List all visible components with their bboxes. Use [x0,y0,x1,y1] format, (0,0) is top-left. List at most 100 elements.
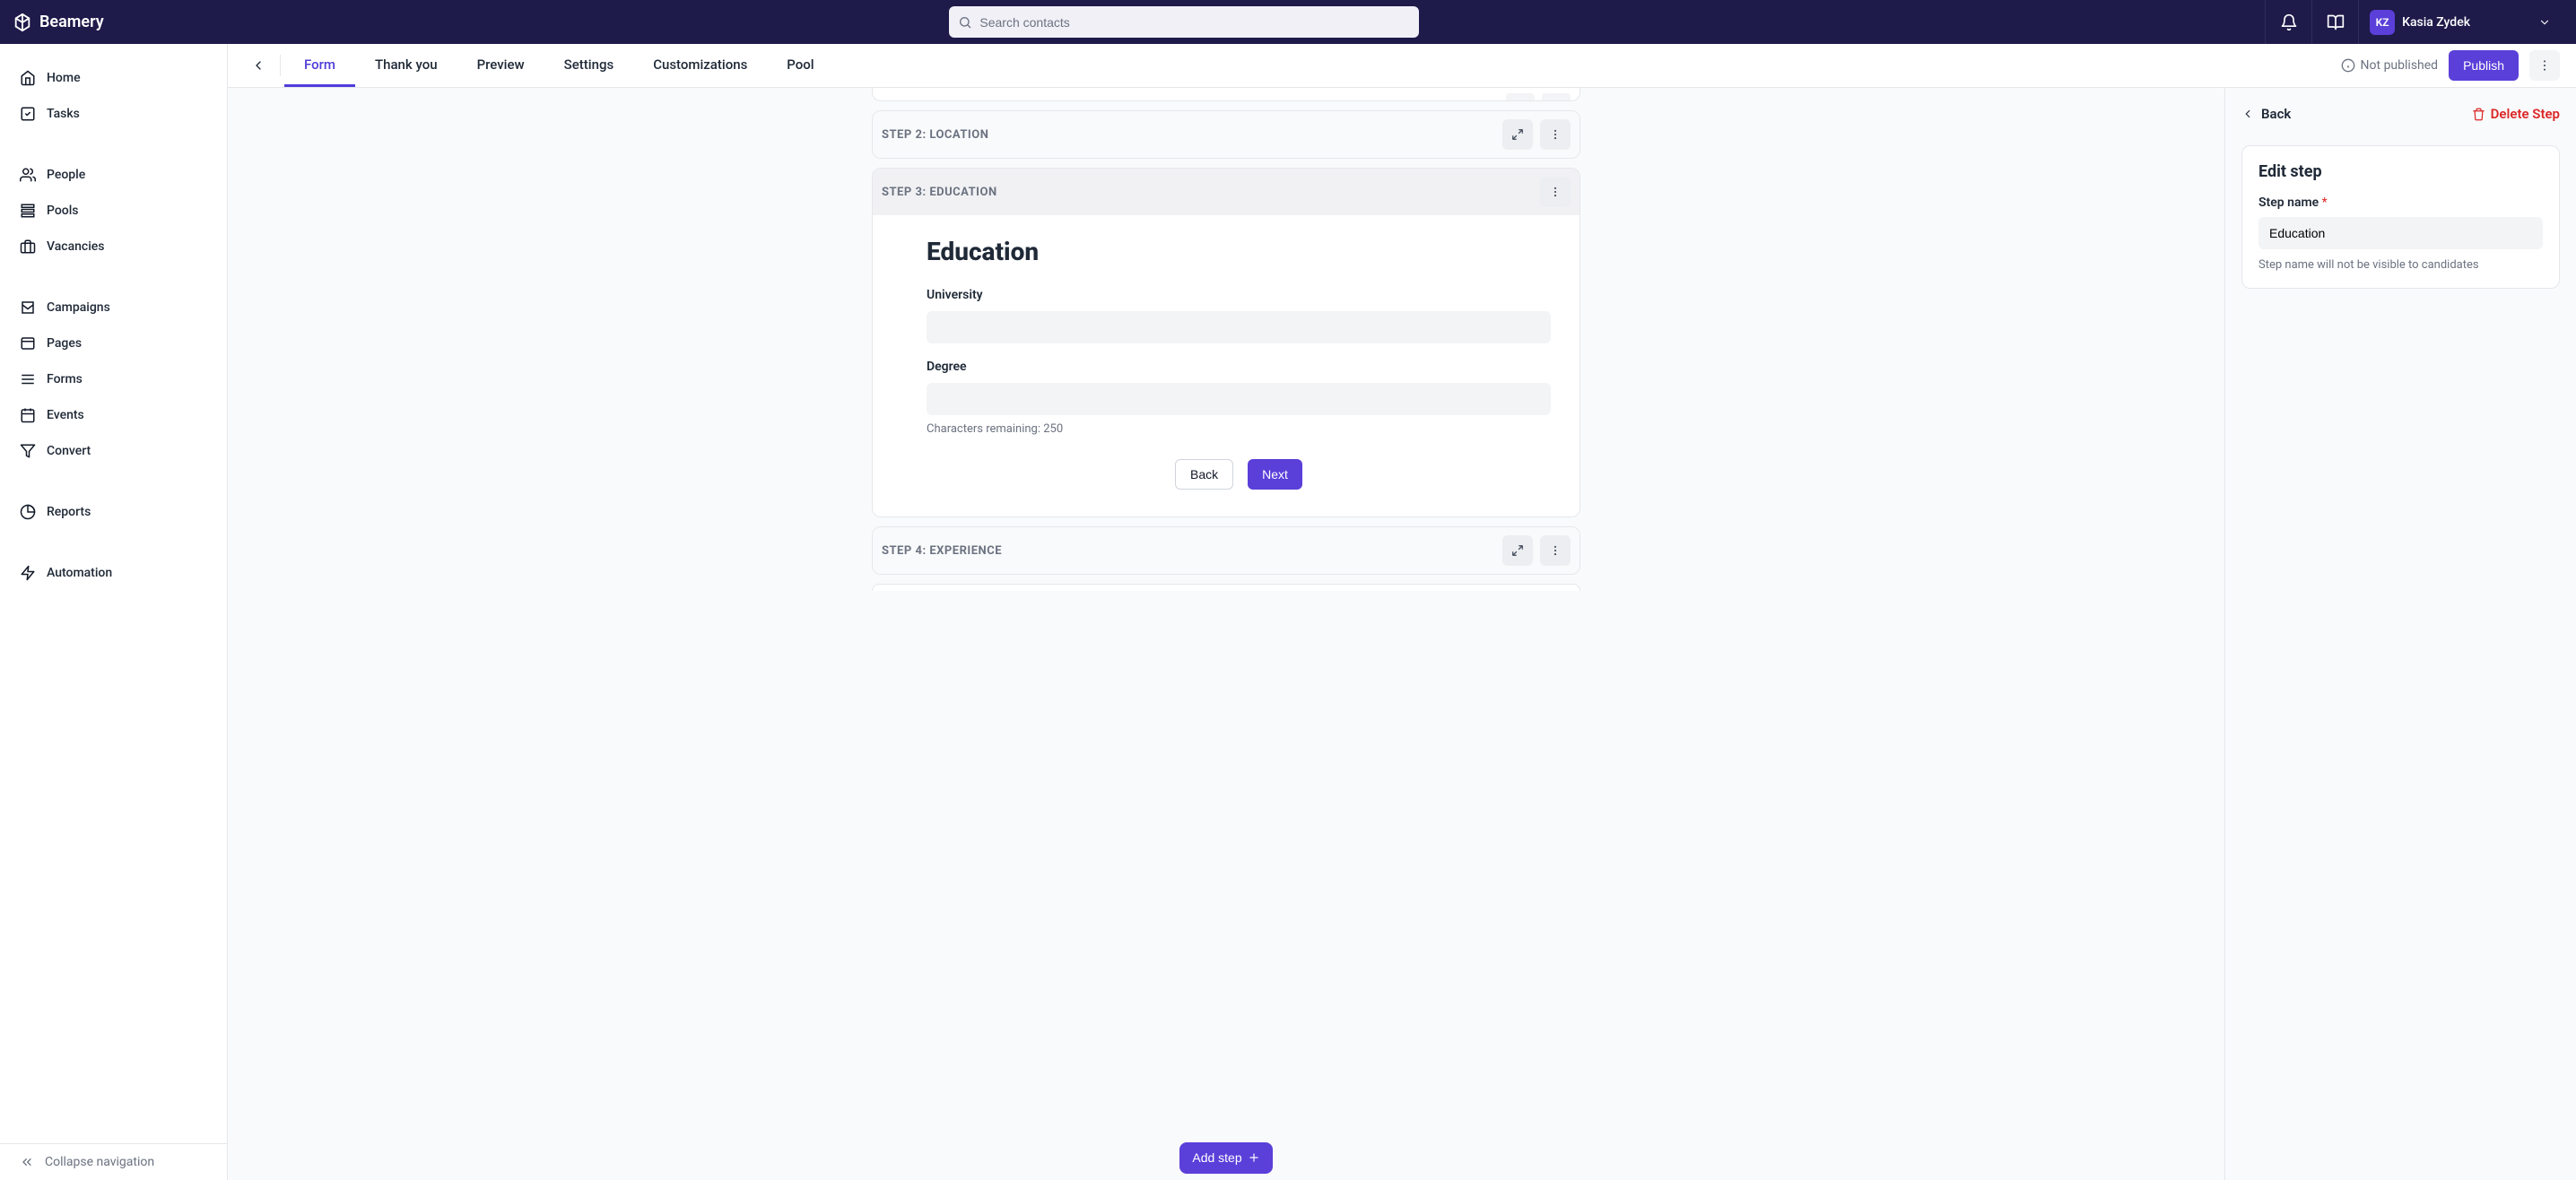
more-vertical-icon [2537,58,2552,73]
sidebar-item-label: Tasks [47,107,80,121]
tab-thank-you[interactable]: Thank you [355,44,457,87]
tab-settings[interactable]: Settings [544,44,634,87]
char-remaining: Characters remaining: 250 [927,422,1551,436]
help-button[interactable] [2311,0,2358,44]
expand-step-button[interactable] [1502,119,1533,150]
brand-mark-icon [13,13,32,32]
tab-label: Pool [787,56,814,73]
panel-back-button[interactable]: Back [2241,106,2291,122]
campaigns-icon [20,299,36,316]
reports-icon [20,504,36,520]
more-vertical-icon [1549,544,1562,557]
sidebar-item-label: Events [47,408,84,422]
expand-step-button[interactable] [1502,535,1533,566]
more-vertical-icon [1549,186,1562,198]
add-step-label: Add step [1192,1150,1241,1165]
edit-step-card: Edit step Step name * Step name will not… [2241,145,2560,289]
sidebar-item-tasks[interactable]: Tasks [0,96,227,132]
degree-input[interactable] [927,383,1551,415]
edit-step-panel: Back Delete Step Edit step Step name * S… [2224,88,2576,1180]
step-more-button[interactable] [1540,119,1571,150]
funnel-icon [20,443,36,459]
header-more-button[interactable] [2529,50,2560,81]
sidebar-item-label: Convert [47,444,91,458]
step-card-stub [872,88,1580,101]
field-degree: Degree Characters remaining: 250 [927,360,1551,436]
forms-icon [20,371,36,387]
pools-icon [20,203,36,219]
sidebar-item-label: Automation [47,566,112,580]
step-card-next-stub [872,584,1580,591]
delete-step-button[interactable]: Delete Step [2472,106,2560,122]
form-canvas[interactable]: STEP 2: LOCATION [228,88,2224,1180]
tab-pool[interactable]: Pool [767,44,833,87]
sidebar-item-forms[interactable]: Forms [0,361,227,397]
step-title: STEP 2: LOCATION [882,128,988,142]
more-vertical-icon [1549,128,1562,141]
sidebar-item-label: Pools [47,204,79,218]
sidebar-item-vacancies[interactable]: Vacancies [0,229,227,265]
pages-icon [20,335,36,351]
global-search [949,6,1419,38]
search-icon [958,15,972,30]
sidebar-item-pools[interactable]: Pools [0,193,227,229]
people-icon [20,167,36,183]
sidebar-item-label: Home [47,71,81,85]
tab-label: Form [304,56,335,73]
step-card-education: STEP 3: EDUCATION Education University [872,168,1580,517]
field-label: Degree [927,360,1551,374]
divider [280,55,281,76]
step-name-helper: Step name will not be visible to candida… [2258,258,2543,272]
form-back-button[interactable]: Back [1175,459,1233,490]
tab-label: Settings [564,56,614,73]
add-step-bar: Add step [228,1135,2224,1180]
section-heading: Education [927,237,1551,266]
university-input[interactable] [927,311,1551,343]
step-card-experience: STEP 4: EXPERIENCE [872,526,1580,575]
bell-icon [2280,13,2298,31]
sidebar-item-label: Campaigns [47,300,110,315]
sidebar-item-label: Reports [47,505,91,519]
notifications-button[interactable] [2265,0,2311,44]
tasks-icon [20,106,36,122]
step-title: STEP 3: EDUCATION [882,186,997,199]
publish-button[interactable]: Publish [2449,50,2519,81]
tab-customizations[interactable]: Customizations [633,44,767,87]
publish-status: Not published [2341,58,2439,73]
tab-form[interactable]: Form [284,44,355,87]
sidebar-item-events[interactable]: Events [0,397,227,433]
chevrons-left-icon [20,1155,34,1169]
calendar-icon [20,407,36,423]
panel-back-label: Back [2261,106,2291,122]
top-bar: Beamery KZ Kasia Zydek [0,0,2576,44]
sidebar-item-home[interactable]: Home [0,60,227,96]
tab-preview[interactable]: Preview [457,44,544,87]
search-input[interactable] [949,6,1419,38]
chevron-left-icon [251,58,265,73]
tabs-bar: Form Thank you Preview Settings Customiz… [228,44,2576,88]
brand-name: Beamery [39,13,104,31]
sidebar-item-pages[interactable]: Pages [0,325,227,361]
sidebar-item-people[interactable]: People [0,157,227,193]
user-name: Kasia Zydek [2402,15,2470,30]
sidebar-item-reports[interactable]: Reports [0,494,227,530]
collapse-nav-button[interactable]: Collapse navigation [0,1144,227,1180]
step-more-button[interactable] [1540,177,1571,207]
collapse-nav-label: Collapse navigation [45,1155,154,1169]
brand-logo[interactable]: Beamery [13,13,104,32]
header-back-button[interactable] [244,51,273,80]
book-open-icon [2327,13,2345,31]
sidebar-item-campaigns[interactable]: Campaigns [0,290,227,325]
sidebar-item-automation[interactable]: Automation [0,555,227,591]
step-more-button[interactable] [1540,535,1571,566]
tab-label: Preview [477,56,525,73]
delete-step-label: Delete Step [2491,106,2560,122]
sidebar-item-convert[interactable]: Convert [0,433,227,469]
step-name-input[interactable] [2258,217,2543,249]
user-avatar: KZ [2370,10,2395,35]
required-indicator: * [2322,195,2328,210]
plus-icon [1248,1151,1260,1164]
form-next-button[interactable]: Next [1248,459,1302,490]
add-step-button[interactable]: Add step [1179,1142,1272,1174]
user-menu[interactable]: KZ Kasia Zydek [2358,0,2563,44]
